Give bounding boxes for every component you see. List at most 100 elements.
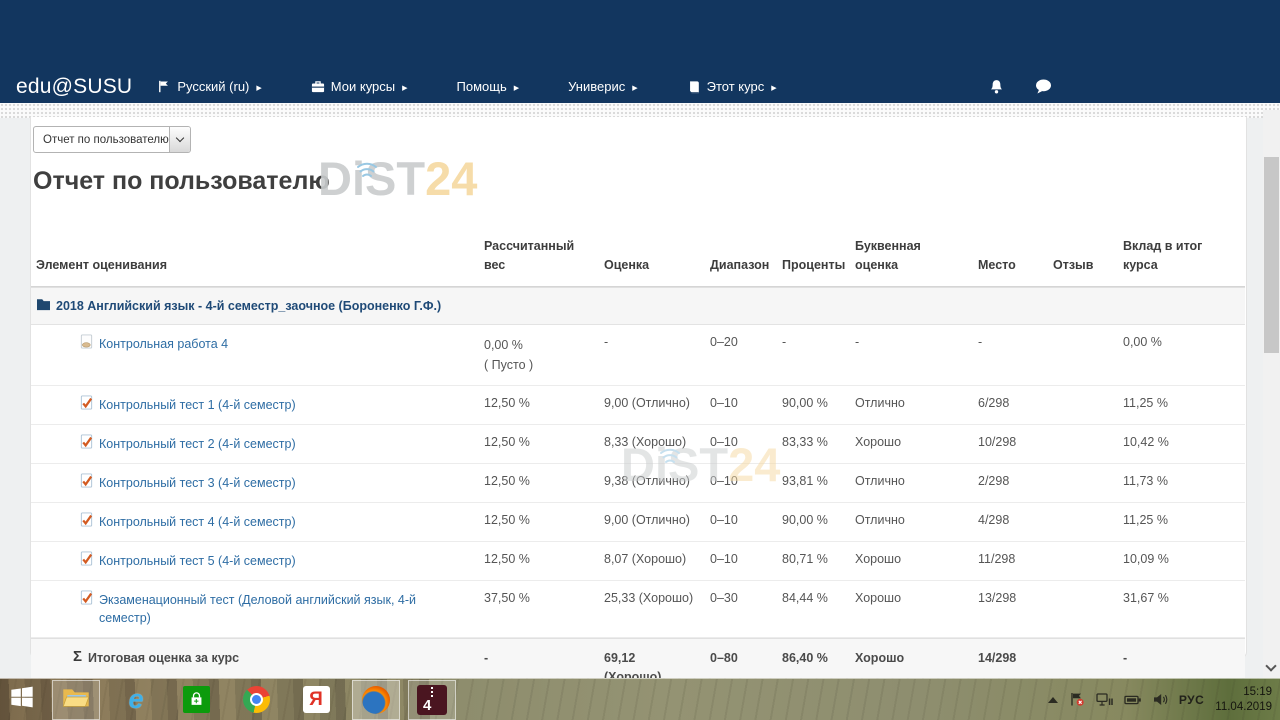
table-row: Контрольный тест 2 (4-й семестр) 12,50 %…: [31, 425, 1245, 464]
taskbar-yandex-browser[interactable]: Я: [292, 679, 340, 720]
course-total-label: Итоговая оценка за курс: [88, 649, 239, 667]
grade-item-link[interactable]: Контрольный тест 1 (4-й семестр): [99, 396, 296, 414]
grade-item-cell: Контрольный тест 4 (4-й семестр): [31, 503, 476, 541]
range-cell: 0–10: [702, 425, 774, 463]
grade-item-link[interactable]: Контрольный тест 4 (4-й семестр): [99, 513, 296, 531]
report-type-value: Отчет по пользователю: [34, 134, 169, 146]
percent-cell: 90,00 %: [774, 386, 847, 424]
grade-item-link[interactable]: Контрольный тест 5 (4-й семестр): [99, 552, 296, 570]
nav-univeris-menu[interactable]: Универис ▶: [568, 79, 638, 94]
chevron-down-icon: [176, 134, 184, 142]
book-icon: [687, 80, 701, 94]
quiz-icon: [79, 474, 94, 491]
contribution-cell: 11,25 %: [1115, 386, 1245, 424]
column-header-range: Диапазон: [702, 220, 774, 286]
grade-item-link[interactable]: Контрольная работа 4: [99, 335, 228, 353]
quiz-icon: [79, 513, 94, 530]
taskbar-firefox[interactable]: [352, 680, 400, 720]
category-cell: 2018 Английский язык - 4-й семестр_заочн…: [31, 288, 449, 324]
taskbar-internet-explorer[interactable]: e: [112, 679, 160, 720]
scrollbar-down-arrow[interactable]: [1265, 660, 1276, 671]
flag-icon: [158, 80, 171, 93]
taskbar-app-4[interactable]: 4: [408, 680, 456, 720]
scrollbar-thumb[interactable]: [1264, 157, 1279, 353]
main-navbar: edu@SUSU Русский (ru) ▶ Мои курсы ▶ Помо…: [0, 70, 1280, 103]
quiz-icon: [79, 435, 94, 452]
table-row: Контрольный тест 1 (4-й семестр) 12,50 %…: [31, 386, 1245, 425]
speaker-icon[interactable]: [1153, 693, 1168, 706]
range-cell: 0–10: [702, 542, 774, 580]
letter-grade-cell: Отлично: [847, 386, 970, 424]
contribution-cell: 11,73 %: [1115, 464, 1245, 502]
grade-cell: -: [596, 325, 702, 385]
firefox-icon: [362, 686, 390, 714]
letter-grade-cell: Хорошо: [847, 581, 970, 637]
letter-grade-cell: -: [847, 325, 970, 385]
dist24-watermark: DiST24: [318, 155, 477, 202]
vertical-scrollbar[interactable]: [1263, 110, 1280, 678]
percent-cell: 83,33 %: [774, 425, 847, 463]
rank-cell: -: [970, 325, 1045, 385]
report-type-select[interactable]: Отчет по пользователю: [33, 126, 191, 153]
battery-icon[interactable]: [1124, 694, 1142, 706]
letter-grade-cell: Отлично: [847, 464, 970, 502]
range-cell: 0–30: [702, 581, 774, 637]
rank-cell: 4/298: [970, 503, 1045, 541]
chrome-icon: [243, 686, 270, 713]
assignment-icon: [79, 335, 94, 352]
grade-item-link[interactable]: Контрольный тест 3 (4-й семестр): [99, 474, 296, 492]
caret-icon: ▶: [256, 84, 261, 92]
windows-logo-icon: [10, 685, 34, 714]
nav-help-menu[interactable]: Помощь ▶: [457, 79, 520, 94]
action-center-flag-icon[interactable]: [1069, 692, 1085, 707]
select-arrow-button[interactable]: [169, 127, 190, 152]
notifications-bell-icon[interactable]: [989, 79, 1004, 95]
category-name: 2018 Английский язык - 4-й семестр_заочн…: [56, 299, 441, 313]
app-4-icon: 4: [417, 685, 447, 715]
yandex-browser-icon: Я: [303, 686, 330, 713]
taskbar-windows-store[interactable]: [172, 679, 220, 720]
nav-this-course-menu[interactable]: Этот курс ▶: [687, 79, 777, 94]
caret-icon: ▶: [402, 84, 407, 92]
weight-cell: 12,50 %: [476, 425, 596, 463]
feedback-cell: [1045, 425, 1115, 463]
main-menu: Русский (ru) ▶ Мои курсы ▶ Помощь ▶ Унив…: [158, 79, 776, 94]
site-logo[interactable]: edu@SUSU: [16, 75, 132, 99]
range-cell: 0–10: [702, 503, 774, 541]
feedback-cell: [1045, 325, 1115, 385]
taskbar-file-explorer[interactable]: [52, 680, 100, 720]
contribution-cell: 10,09 %: [1115, 542, 1245, 580]
taskbar-clock[interactable]: 15:19 11.04.2019: [1215, 685, 1272, 715]
feedback-cell: [1045, 503, 1115, 541]
quiz-icon: [79, 591, 94, 608]
column-header-feedback: Отзыв: [1045, 220, 1115, 286]
column-header-percent: Проценты: [774, 220, 847, 286]
range-cell: 0–20: [702, 325, 774, 385]
grade-item-cell: Контрольный тест 1 (4-й семестр): [31, 386, 476, 424]
internet-explorer-icon: e: [128, 684, 143, 715]
letter-grade-cell: Хорошо: [847, 542, 970, 580]
grade-item-link[interactable]: Экзаменационный тест (Деловой английский…: [99, 591, 416, 627]
rank-cell: 11/298: [970, 542, 1045, 580]
grade-item-link[interactable]: Контрольный тест 2 (4-й семестр): [99, 435, 296, 453]
folder-icon: [36, 298, 51, 314]
nav-language-menu[interactable]: Русский (ru) ▶: [158, 79, 261, 94]
percent-cell: 93,81 %: [774, 464, 847, 502]
grade-cell: 9,00 (Отлично): [596, 503, 702, 541]
site-header: edu@SUSU Русский (ru) ▶ Мои курсы ▶ Помо…: [0, 0, 1280, 103]
nav-my-courses-menu[interactable]: Мои курсы ▶: [311, 79, 408, 94]
category-row: 2018 Английский язык - 4-й семестр_заочн…: [31, 287, 1245, 325]
column-header-contribution: Вклад в итог курса: [1115, 220, 1245, 286]
rank-cell: 2/298: [970, 464, 1045, 502]
feedback-cell: [1045, 542, 1115, 580]
grade-cell: 9,38 (Отлично): [596, 464, 702, 502]
start-button[interactable]: [0, 679, 44, 720]
tray-show-hidden-icons[interactable]: [1048, 697, 1058, 703]
column-header-weight: Рассчитанный вес: [476, 220, 596, 286]
taskbar-chrome[interactable]: [232, 679, 280, 720]
language-indicator[interactable]: РУС: [1179, 693, 1204, 707]
network-icon[interactable]: [1096, 693, 1113, 707]
messages-chat-icon[interactable]: [1035, 79, 1052, 94]
column-header-item: Элемент оценивания: [31, 220, 476, 286]
table-row: Контрольный тест 4 (4-й семестр) 12,50 %…: [31, 503, 1245, 542]
